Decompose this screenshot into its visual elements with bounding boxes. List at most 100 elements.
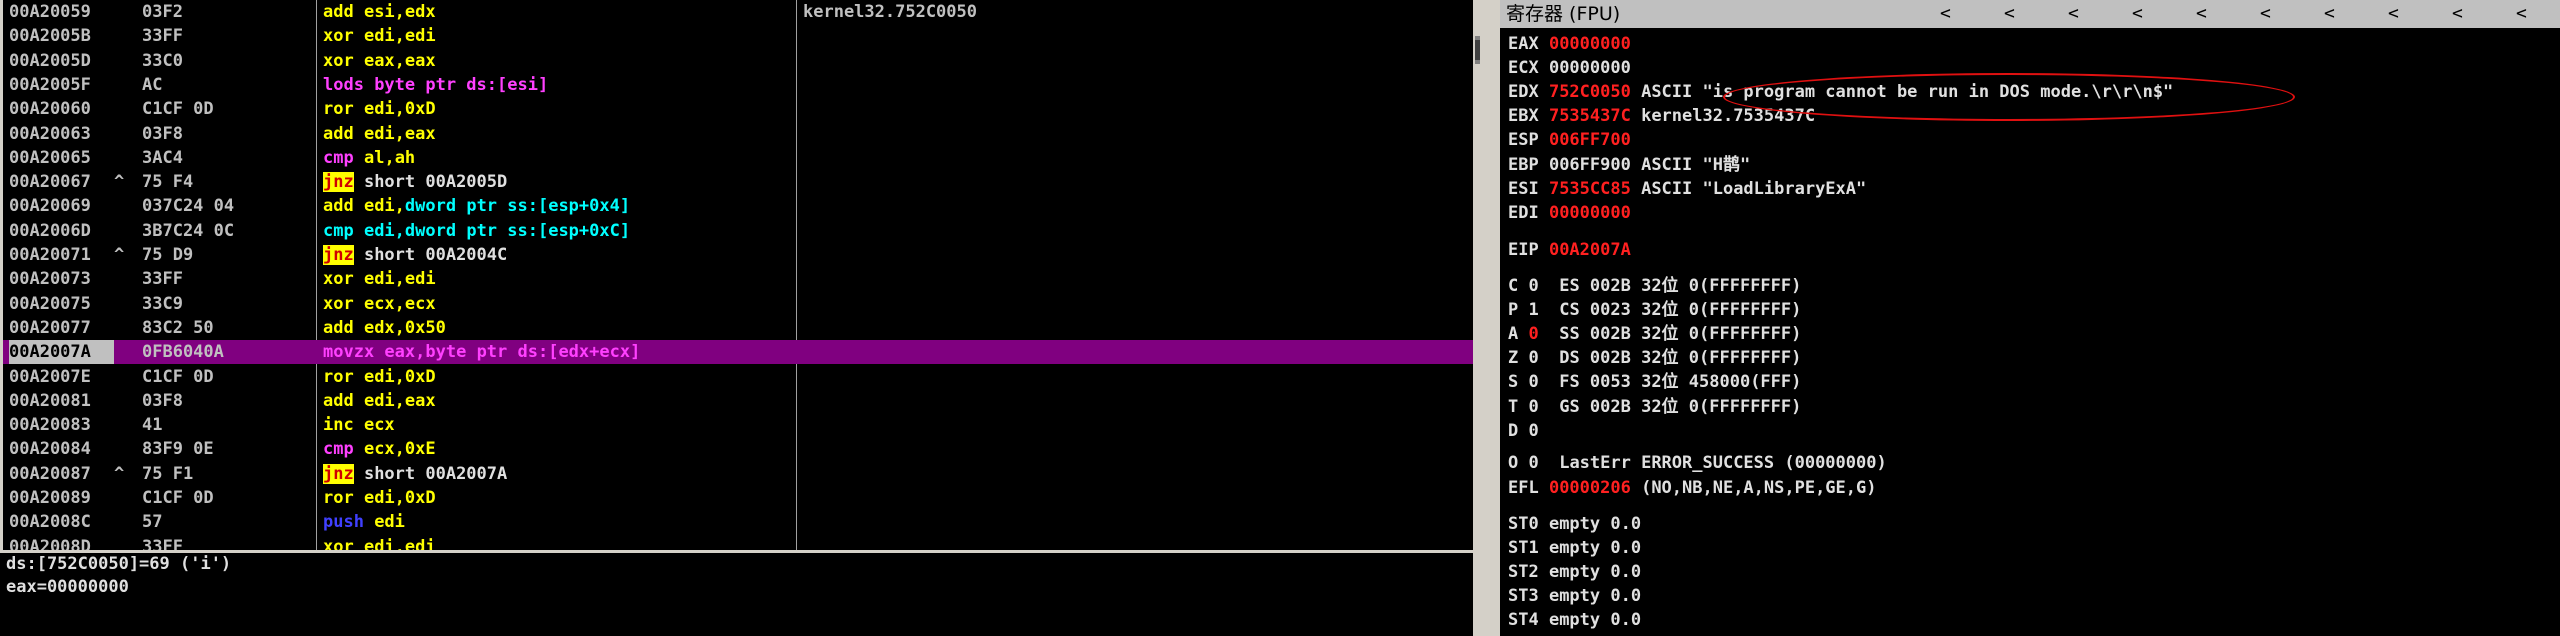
flag-t[interactable]: T 0 GS 002B 32位 0(FFFFFFFF): [1508, 395, 1801, 419]
fpu-st0[interactable]: ST0 empty 0.0: [1508, 512, 1641, 536]
asm-token: ,: [394, 390, 405, 411]
disasm-row[interactable]: 00A20073 33FF xor edi,edi: [3, 267, 1473, 291]
instr-mnemonic: xor edi,edi: [323, 535, 793, 550]
disasm-row[interactable]: 00A2008D 33FF xor edi,edi: [3, 535, 1473, 550]
disasm-row[interactable]: 00A20069 037C24 04 add edi,dword ptr ss:[e…: [3, 194, 1473, 218]
register-efl[interactable]: EFL 00000206 (NO,NB,NE,A,NS,PE,GE,G): [1508, 476, 1876, 500]
flag-p[interactable]: P 1 CS 0023 32位 0(FFFFFFFF): [1508, 298, 1801, 322]
jump-arrow: ^: [114, 172, 125, 193]
disasm-row[interactable]: 00A2007E C1CF 0D ror edi,0xD: [3, 365, 1473, 389]
instr-bytes: 3AC4: [142, 147, 183, 168]
asm-token: dword ptr ss:[esp+0xC]: [404, 220, 631, 241]
register-eip[interactable]: EIP 00A2007A: [1508, 238, 1631, 262]
asm-token: cmp: [323, 220, 364, 241]
collapse-arrow-icon[interactable]: <: [2260, 0, 2271, 28]
disasm-row[interactable]: 00A2008C 57 push edi: [3, 510, 1473, 534]
disasm-row[interactable]: 00A2006D 3B7C24 0C cmp edi,dword ptr ss:[e…: [3, 219, 1473, 243]
disassembly-pane[interactable]: 00A20059 03F2 add esi,edx kernel32.752C0050…: [3, 0, 1473, 550]
register-esi[interactable]: ESI 7535CC85 ASCII "LoadLibraryExA": [1508, 177, 1866, 201]
asm-token: edi: [363, 536, 395, 550]
instr-mnemonic: ror edi,0xD: [323, 365, 793, 389]
disasm-row[interactable]: 00A20084 83F9 0E cmp ecx,0xE: [3, 437, 1473, 461]
disasm-row[interactable]: 00A20083 41 inc ecx: [3, 413, 1473, 437]
reg-token: D: [1508, 420, 1529, 441]
instr-mnemonic: lods byte ptr ds:[esi]: [323, 73, 793, 97]
instr-mnemonic: xor edi,edi: [323, 24, 793, 48]
disasm-row[interactable]: 00A20059 03F2 add esi,edx kernel32.752C0050: [3, 0, 1473, 24]
instr-address: 00A20075: [9, 293, 91, 314]
collapse-arrow-icon[interactable]: <: [1940, 0, 1951, 28]
register-esp[interactable]: ESP 006FF700: [1508, 128, 1631, 152]
reg-token: EDI: [1508, 202, 1549, 223]
asm-token: edi: [363, 390, 395, 411]
reg-token: empty 0.0: [1548, 514, 1642, 534]
fpu-st2[interactable]: ST2 empty 0.0: [1508, 560, 1641, 584]
jump-arrow: ^: [114, 245, 125, 265]
asm-token: ,: [384, 147, 395, 168]
collapse-arrow-icon[interactable]: <: [2324, 0, 2335, 28]
fpu-st4[interactable]: ST4 empty 0.0: [1508, 608, 1641, 632]
reg-token: 00000000: [1548, 202, 1631, 223]
instr-address: 00A2008C: [9, 512, 91, 533]
instr-address: 00A20084: [9, 439, 91, 460]
reg-token: EBX: [1508, 106, 1549, 127]
asm-token: xor: [323, 269, 364, 290]
disasm-row[interactable]: 00A20067 ^ 75 F4 jnz short 00A2005D: [3, 170, 1473, 194]
disasm-row[interactable]: 00A20075 33C9 xor ecx,ecx: [3, 292, 1473, 316]
asm-token: short 00A2004C: [353, 245, 508, 265]
disasm-row[interactable]: 00A20081 03F8 add edi,eax: [3, 389, 1473, 413]
flag-z[interactable]: Z 0 DS 002B 32位 0(FFFFFFFF): [1508, 346, 1801, 370]
disasm-row[interactable]: 00A20060 C1CF 0D ror edi,0xD: [3, 97, 1473, 121]
instr-bytes: 75 F1: [142, 463, 194, 484]
registers-title-bar[interactable]: 寄存器 (FPU) < < < < < < < < < <: [1500, 0, 2560, 28]
instr-address: 00A2005B: [9, 26, 91, 47]
collapse-arrow-icon[interactable]: <: [2196, 0, 2207, 28]
debugger-window: 00A20059 03F2 add esi,edx kernel32.752C0050…: [0, 0, 2560, 636]
asm-token: ,: [394, 196, 405, 217]
register-ebp[interactable]: EBP 006FF900 ASCII "H鹊": [1508, 153, 1750, 177]
instr-bytes: 03F8: [142, 123, 183, 144]
reg-token: FS 0053 32位 458000(FFF): [1538, 372, 1802, 393]
register-ecx[interactable]: ECX 00000000: [1508, 56, 1631, 80]
reg-token: S: [1508, 372, 1529, 393]
reg-token: C: [1508, 276, 1529, 296]
annotation-ellipse: [1723, 73, 2295, 121]
fpu-st3[interactable]: ST3 empty 0.0: [1508, 584, 1641, 608]
collapse-arrow-icon[interactable]: <: [2388, 0, 2399, 28]
collapse-arrow-icon[interactable]: <: [2516, 0, 2527, 28]
reg-token: 00000000: [1548, 34, 1631, 54]
flag-c[interactable]: C 0 ES 002B 32位 0(FFFFFFFF): [1508, 274, 1801, 298]
disasm-row[interactable]: 00A20071 ^ 75 D9 jnz short 00A2004C: [3, 243, 1473, 267]
disasm-row[interactable]: 00A2005D 33C0 xor eax,eax: [3, 49, 1473, 73]
collapse-arrow-icon[interactable]: <: [2452, 0, 2463, 28]
instr-address: 00A20083: [9, 415, 91, 436]
flag-o[interactable]: O 0 LastErr ERROR_SUCCESS (00000000): [1508, 451, 1887, 475]
instr-mnemonic: add edi,dword ptr ss:[esp+0x4]: [323, 194, 793, 218]
disasm-row[interactable]: 00A2005B 33FF xor edi,edi: [3, 24, 1473, 48]
register-edi[interactable]: EDI 00000000: [1508, 201, 1631, 225]
collapse-arrow-icon[interactable]: <: [2068, 0, 2079, 28]
asm-token: edi: [404, 26, 436, 47]
fpu-st1[interactable]: ST1 empty 0.0: [1508, 536, 1641, 560]
flag-s[interactable]: S 0 FS 0053 32位 458000(FFF): [1508, 370, 1801, 394]
disasm-row[interactable]: 00A2005F AC lods byte ptr ds:[esi]: [3, 73, 1473, 97]
info-pane[interactable]: ds:[752C0050]=69 ('i') eax=00000000: [0, 553, 1473, 636]
asm-token: lods: [323, 74, 375, 95]
collapse-arrow-icon[interactable]: <: [2004, 0, 2015, 28]
disasm-row[interactable]: 00A20089 C1CF 0D ror edi,0xD: [3, 486, 1473, 510]
asm-token: ,: [394, 269, 405, 290]
flag-a[interactable]: A 0 SS 002B 32位 0(FFFFFFFF): [1508, 322, 1801, 346]
flag-d[interactable]: D 0: [1508, 419, 1539, 443]
collapse-arrow-icon[interactable]: <: [2132, 0, 2143, 28]
instr-bytes: 3B7C24 0C: [142, 220, 235, 241]
disasm-row[interactable]: 00A20087 ^ 75 F1 jnz short 00A2007A: [3, 462, 1473, 486]
instr-address: 00A20073: [9, 269, 91, 290]
register-eax[interactable]: EAX 00000000: [1508, 32, 1631, 56]
instr-bytes: 03F8: [142, 390, 183, 411]
disasm-row[interactable]: 00A20065 3AC4 cmp al,ah: [3, 146, 1473, 170]
pane-splitter-vertical[interactable]: [1473, 0, 1482, 636]
disasm-row[interactable]: 00A20077 83C2 50 add edx,0x50: [3, 316, 1473, 340]
disasm-row[interactable]: 00A20063 03F8 add edi,eax: [3, 122, 1473, 146]
disasm-row-selected[interactable]: 00A2007A 0FB6040A movzx eax,byte ptr ds:[e…: [3, 340, 1473, 365]
instr-mnemonic: ror edi,0xD: [323, 486, 793, 510]
